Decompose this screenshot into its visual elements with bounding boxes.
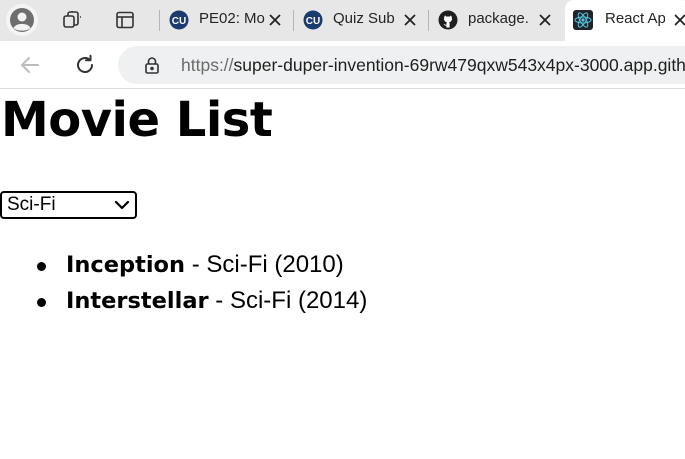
svg-text:CU: CU <box>172 16 186 27</box>
vertical-tabs-icon <box>116 11 134 29</box>
browser-toolbar: https://super-duper-invention-69rw479qxw… <box>0 41 685 89</box>
github-icon <box>438 10 458 30</box>
movie-detail: - Sci-Fi (2014) <box>208 287 368 314</box>
back-button[interactable] <box>16 51 44 79</box>
collections-icon <box>63 11 81 28</box>
url-scheme: https:// <box>181 55 234 75</box>
profile-button[interactable] <box>6 4 38 36</box>
tab-title: Quiz Sub <box>333 10 395 27</box>
cu-logo-icon: CU <box>303 10 323 30</box>
url-text[interactable]: https://super-duper-invention-69rw479qxw… <box>181 55 685 76</box>
svg-text:CU: CU <box>306 16 320 27</box>
url-host: super-duper-invention-69rw479qxw543x4px-… <box>233 55 685 75</box>
lock-icon[interactable] <box>142 55 162 75</box>
reload-button[interactable] <box>71 51 99 79</box>
page-content: Movie List Sci-Fi Inception - Sci-Fi (20… <box>0 89 685 459</box>
movie-entry: Interstellar - Sci-Fi (2014) <box>66 287 367 315</box>
address-bar[interactable]: https://super-duper-invention-69rw479qxw… <box>118 46 685 84</box>
list-bullet <box>37 298 46 307</box>
tab-title: React Ap <box>605 10 665 27</box>
tab-react-app[interactable]: React Ap <box>565 0 685 41</box>
movie-entry: Inception - Sci-Fi (2010) <box>66 251 344 279</box>
tab-title: PE02: Mo <box>199 10 265 27</box>
tab-title: package. <box>468 10 528 27</box>
movie-title: Inception <box>66 252 186 278</box>
tab-pe02[interactable]: CU PE02: Mo <box>159 0 293 41</box>
list-bullet <box>37 262 46 271</box>
reload-icon <box>77 54 93 73</box>
tab-separator <box>159 10 160 31</box>
tab-quiz[interactable]: CU Quiz Sub <box>293 0 428 41</box>
react-icon <box>573 10 593 30</box>
collections-button[interactable] <box>57 6 87 34</box>
genre-select[interactable]: Sci-Fi <box>0 191 137 219</box>
profile-icon <box>10 8 34 32</box>
close-icon[interactable] <box>672 12 685 28</box>
close-icon[interactable] <box>267 12 283 28</box>
movie-title: Interstellar <box>66 288 209 314</box>
page-title: Movie List <box>1 92 273 148</box>
close-icon[interactable] <box>537 12 553 28</box>
tab-package[interactable]: package. <box>428 0 562 41</box>
movie-detail: - Sci-Fi (2010) <box>185 251 344 278</box>
cu-logo-icon: CU <box>169 10 189 30</box>
back-arrow-icon <box>21 57 39 73</box>
tab-separator <box>293 10 294 31</box>
genre-select-value: Sci-Fi <box>7 194 56 215</box>
close-icon[interactable] <box>402 12 418 28</box>
vertical-tabs-button[interactable] <box>110 6 140 34</box>
chevron-down-icon <box>114 200 130 210</box>
browser-tab-strip: CU PE02: Mo CU Quiz Sub package. React A… <box>0 0 685 41</box>
tab-separator <box>428 10 429 31</box>
